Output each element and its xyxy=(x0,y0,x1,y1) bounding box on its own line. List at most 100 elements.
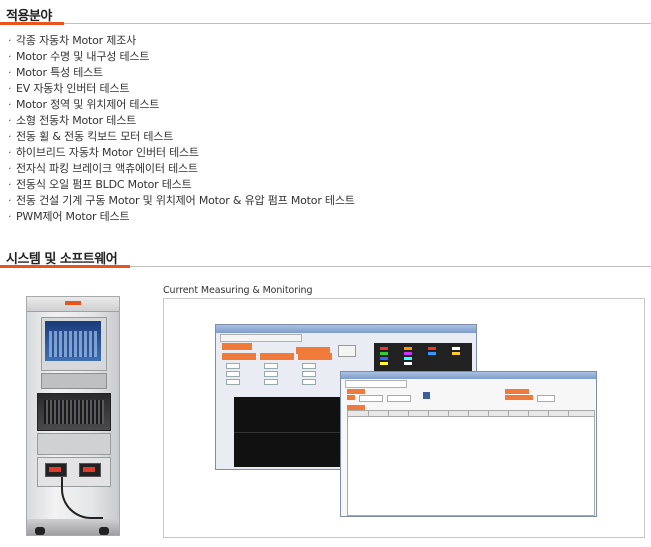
list-item: · 전동 휠 & 전동 킥보드 모터 테스트 xyxy=(8,129,355,145)
window-tabs xyxy=(345,380,407,388)
panel-header xyxy=(505,395,533,400)
column-divider xyxy=(368,411,369,416)
column-divider xyxy=(568,411,569,416)
column-divider xyxy=(408,411,409,416)
input-field xyxy=(537,395,555,402)
title-underline-accent xyxy=(0,265,130,268)
list-item: · 하이브리드 자동차 Motor 인버터 테스트 xyxy=(8,145,355,161)
control-unit xyxy=(37,433,111,455)
list-item: · 전동 건설 기계 구동 Motor 및 위치제어 Motor & 유압 펌프 … xyxy=(8,193,355,209)
list-item-text: EV 자동차 인버터 테스트 xyxy=(16,82,130,95)
bullet: · xyxy=(8,210,12,223)
monitor-bars xyxy=(49,331,97,357)
monitor-screen xyxy=(45,321,101,361)
list-item-text: Motor 특성 테스트 xyxy=(16,66,103,79)
section-header-applications: 적용분야 xyxy=(0,2,651,26)
color-swatch xyxy=(428,347,436,350)
input-field xyxy=(387,395,411,402)
window-button xyxy=(338,345,356,357)
list-item-text: Motor 수명 및 내구성 테스트 xyxy=(16,50,150,63)
digital-meter xyxy=(45,463,67,477)
list-item: · 각종 자동차 Motor 제조사 xyxy=(8,33,355,49)
column-divider xyxy=(488,411,489,416)
value-cell xyxy=(264,379,278,385)
color-swatch xyxy=(452,347,460,350)
list-item-text: 각종 자동차 Motor 제조사 xyxy=(16,34,137,47)
list-item-text: 하이브리드 자동차 Motor 인버터 테스트 xyxy=(16,146,199,159)
list-item: · PWM제어 Motor 테스트 xyxy=(8,209,355,225)
bullet: · xyxy=(8,66,12,79)
value-cell xyxy=(302,379,316,385)
cable xyxy=(61,477,103,519)
window-tabs xyxy=(220,334,302,342)
list-item: · 소형 전동차 Motor 테스트 xyxy=(8,113,355,129)
waveform-graph xyxy=(234,397,346,467)
list-item-text: Motor 정역 및 위치제어 테스트 xyxy=(16,98,160,111)
bullet: · xyxy=(8,194,12,207)
panel-header xyxy=(347,389,365,394)
list-item-text: 전동 건설 기계 구동 Motor 및 위치제어 Motor & 유압 펌프 M… xyxy=(16,194,355,207)
panel-header xyxy=(260,353,294,360)
color-swatch xyxy=(404,347,412,350)
column-divider xyxy=(548,411,549,416)
color-swatch xyxy=(380,362,388,365)
color-swatch xyxy=(404,352,412,355)
window-titlebar xyxy=(341,372,596,379)
list-item-text: 전동 휠 & 전동 킥보드 모터 테스트 xyxy=(16,130,174,143)
panel-header xyxy=(222,343,252,350)
bullet: · xyxy=(8,82,12,95)
column-divider xyxy=(428,411,429,416)
panel-header xyxy=(298,353,332,360)
screenshot-caption: Current Measuring & Monitoring xyxy=(163,285,313,296)
value-cell xyxy=(264,363,278,369)
list-item: · 전자식 파킹 브레이크 액츄에이터 테스트 xyxy=(8,161,355,177)
caster-wheel xyxy=(35,527,45,535)
bullet: · xyxy=(8,50,12,63)
color-swatch xyxy=(404,362,412,365)
keyboard-tray xyxy=(41,373,107,389)
table-header xyxy=(348,411,594,417)
color-swatch xyxy=(380,357,388,360)
rack-logo xyxy=(65,301,81,305)
bullet: · xyxy=(8,114,12,127)
bullet: · xyxy=(8,34,12,47)
value-cell xyxy=(302,371,316,377)
color-swatch xyxy=(428,352,436,355)
column-divider xyxy=(528,411,529,416)
bullet: · xyxy=(8,130,12,143)
value-cell xyxy=(264,371,278,377)
bullet: · xyxy=(8,98,12,111)
list-item-text: 소형 전동차 Motor 테스트 xyxy=(16,114,137,127)
value-cell xyxy=(226,371,240,377)
value-cell xyxy=(226,363,240,369)
title-underline-accent xyxy=(0,22,64,25)
vent-grille xyxy=(44,400,104,424)
software-window-results xyxy=(340,371,597,517)
digital-meter xyxy=(79,463,101,477)
results-table xyxy=(347,410,595,516)
color-swatch xyxy=(404,357,412,360)
value-cell xyxy=(226,379,240,385)
caster-wheel xyxy=(99,527,109,535)
divider xyxy=(0,23,651,24)
column-divider xyxy=(468,411,469,416)
bullet: · xyxy=(8,146,12,159)
column-divider xyxy=(388,411,389,416)
list-item-text: 전동식 오일 펌프 BLDC Motor 테스트 xyxy=(16,178,192,191)
list-item: · Motor 특성 테스트 xyxy=(8,65,355,81)
applications-list: · 각종 자동차 Motor 제조사 · Motor 수명 및 내구성 테스트 · Mot… xyxy=(8,33,355,225)
list-item: · Motor 수명 및 내구성 테스트 xyxy=(8,49,355,65)
list-item-text: 전자식 파킹 브레이크 액츄에이터 테스트 xyxy=(16,162,198,175)
bullet: · xyxy=(8,178,12,191)
window-titlebar xyxy=(216,325,476,333)
bullet: · xyxy=(8,162,12,175)
color-swatch xyxy=(452,352,460,355)
list-item-text: PWM제어 Motor 테스트 xyxy=(16,210,130,223)
column-divider xyxy=(448,411,449,416)
color-swatch xyxy=(380,352,388,355)
column-divider xyxy=(508,411,509,416)
list-item: · EV 자동차 인버터 테스트 xyxy=(8,81,355,97)
channel-color-panel xyxy=(374,343,472,371)
save-icon xyxy=(423,392,430,399)
panel-header xyxy=(505,389,529,394)
